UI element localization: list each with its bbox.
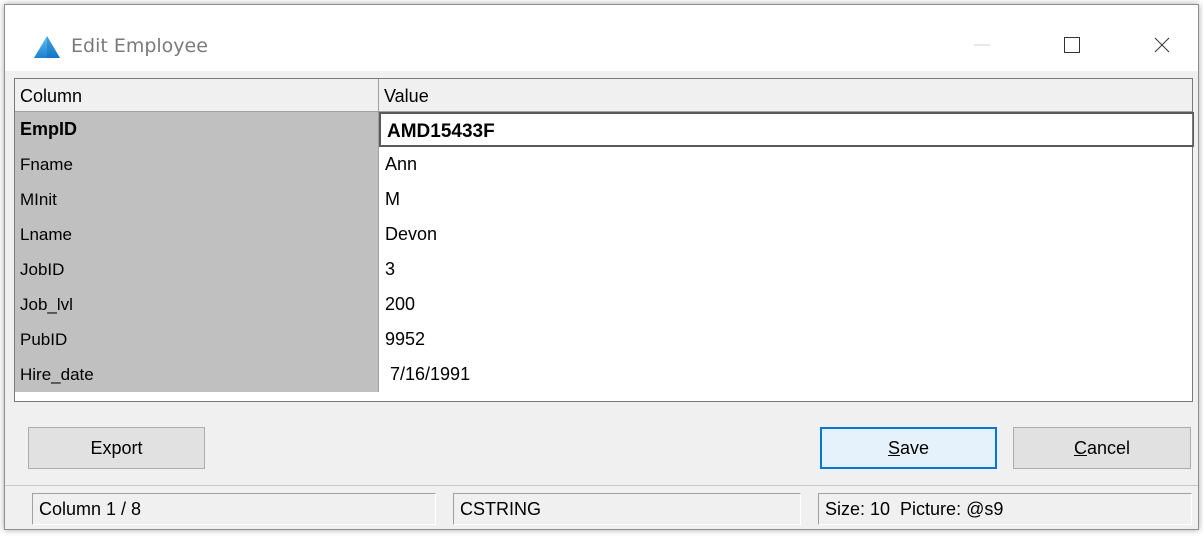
minimize-button[interactable] bbox=[957, 27, 1007, 63]
row-column-name: Hire_date bbox=[15, 357, 379, 392]
row-value-field[interactable]: 9952 bbox=[379, 322, 1194, 357]
row-column-name: Lname bbox=[15, 217, 379, 252]
status-bar: Column 1 / 8 CSTRING Size: 10 Picture: @… bbox=[5, 485, 1198, 530]
status-field-info: Size: 10 Picture: @s9 bbox=[818, 493, 1192, 525]
cancel-mnemonic: C bbox=[1073, 437, 1087, 458]
row-value-field[interactable]: 7/16/1991 bbox=[379, 357, 1194, 392]
row-value-field[interactable]: Ann bbox=[379, 147, 1194, 182]
row-value-field[interactable]: Devon bbox=[379, 217, 1194, 252]
app-triangle-icon bbox=[34, 36, 60, 58]
row-column-name: Fname bbox=[15, 147, 379, 182]
cancel-label-rest: ancel bbox=[1086, 437, 1131, 458]
row-value-field[interactable]: 200 bbox=[379, 287, 1194, 322]
cancel-button[interactable]: Cancel bbox=[1013, 427, 1191, 469]
grid-row-jobid[interactable]: JobID 3 bbox=[15, 252, 1192, 287]
row-value-field[interactable]: 3 bbox=[379, 252, 1194, 287]
row-column-name: EmpID bbox=[15, 112, 379, 147]
save-button[interactable]: Save bbox=[820, 427, 997, 469]
status-column-position: Column 1 / 8 bbox=[32, 493, 436, 525]
grid-row-job-lvl[interactable]: Job_lvl 200 bbox=[15, 287, 1192, 322]
grid-row-minit[interactable]: MInit M bbox=[15, 182, 1192, 217]
maximize-button[interactable] bbox=[1047, 27, 1097, 63]
row-column-name: JobID bbox=[15, 252, 379, 287]
title-bar[interactable]: Edit Employee bbox=[5, 5, 1198, 71]
column-header[interactable]: Column bbox=[15, 79, 379, 111]
row-value-field[interactable]: AMD15433F bbox=[379, 112, 1194, 147]
grid-row-hire-date[interactable]: Hire_date 7/16/1991 bbox=[15, 357, 1192, 392]
maximize-icon bbox=[1064, 37, 1080, 53]
row-column-name: PubID bbox=[15, 322, 379, 357]
window-title: Edit Employee bbox=[71, 35, 208, 57]
save-mnemonic: S bbox=[887, 437, 900, 458]
export-button[interactable]: Export bbox=[28, 427, 205, 469]
grid-row-lname[interactable]: Lname Devon bbox=[15, 217, 1192, 252]
minimize-icon bbox=[974, 44, 990, 46]
employee-grid[interactable]: Column Value EmpID AMD15433F Fname Ann M… bbox=[14, 78, 1194, 402]
row-column-name: MInit bbox=[15, 182, 379, 217]
grid-row-empid[interactable]: EmpID AMD15433F bbox=[15, 112, 1194, 147]
row-column-name: Job_lvl bbox=[15, 287, 379, 322]
grid-header: Column Value bbox=[15, 79, 1192, 112]
edit-employee-window: Edit Employee Column Value EmpID AMD1543… bbox=[4, 4, 1199, 530]
status-data-type: CSTRING bbox=[453, 493, 801, 525]
close-button[interactable] bbox=[1137, 27, 1187, 63]
grid-row-pubid[interactable]: PubID 9952 bbox=[15, 322, 1192, 357]
save-label-rest: ave bbox=[899, 437, 930, 458]
value-header[interactable]: Value bbox=[379, 79, 1192, 111]
grid-row-fname[interactable]: Fname Ann bbox=[15, 147, 1192, 182]
row-value-field[interactable]: M bbox=[379, 182, 1194, 217]
close-icon bbox=[1154, 37, 1170, 53]
